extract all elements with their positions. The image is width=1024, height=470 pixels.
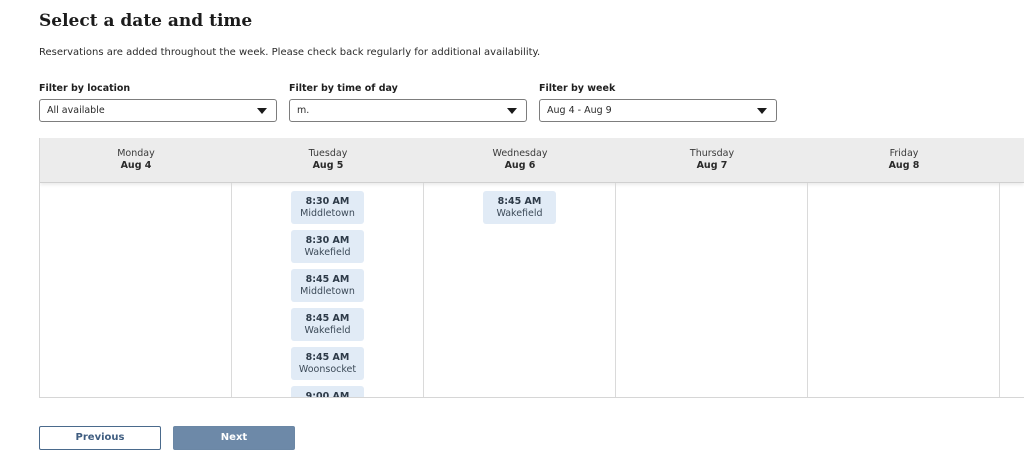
location-select-value: All available: [47, 105, 105, 116]
day-column-tuesday: 8:30 AM Middletown 8:30 AM Wakefield 8:45 AM…: [232, 183, 424, 398]
filter-week-label: Filter by week: [539, 83, 616, 94]
day-name: Thursday: [689, 148, 735, 159]
location-select[interactable]: All available: [39, 99, 277, 122]
slot-location: Woonsocket: [298, 364, 357, 375]
filter-location: Filter by location All available: [39, 82, 277, 122]
chevron-down-icon: [757, 108, 767, 114]
slot-time: 8:45 AM: [497, 196, 542, 207]
time-of-day-select[interactable]: m.: [289, 99, 527, 122]
previous-button[interactable]: Previous: [39, 426, 161, 450]
time-slot-button[interactable]: 8:30 AM Wakefield: [291, 230, 364, 263]
day-date: Aug 8: [888, 160, 920, 171]
filter-week: Filter by week Aug 4 - Aug 9: [539, 82, 777, 122]
filter-time-label: Filter by time of day: [289, 83, 398, 94]
slot-location: Middletown: [300, 208, 355, 219]
day-header-thursday: Thursday Aug 7: [616, 148, 808, 172]
slot-time: 8:30 AM: [305, 196, 350, 207]
slot-time: 9:00 AM: [305, 391, 350, 398]
day-name: Tuesday: [308, 148, 348, 159]
day-date: Aug 6: [504, 160, 536, 171]
slot-location: Middletown: [300, 286, 355, 297]
chevron-down-icon: [507, 108, 517, 114]
slot-time: 8:45 AM: [305, 313, 350, 324]
day-name: Friday: [889, 148, 919, 159]
day-column-monday: [40, 183, 232, 397]
day-name: Monday: [117, 148, 155, 159]
day-name: Wednesday: [492, 148, 548, 159]
day-column-friday: [808, 183, 1000, 397]
day-header-wednesday: Wednesday Aug 6: [424, 148, 616, 172]
day-date: Aug 5: [312, 160, 344, 171]
page-subtitle: Reservations are added throughout the we…: [39, 47, 541, 58]
time-slot-button[interactable]: 8:30 AM Middletown: [291, 191, 364, 224]
day-column-thursday: [616, 183, 808, 397]
page-title: Select a date and time: [39, 11, 253, 31]
availability-calendar: Monday Aug 4 Tuesday Aug 5 Wednesday Aug 6 Thu…: [39, 138, 1024, 398]
week-select[interactable]: Aug 4 - Aug 9: [539, 99, 777, 122]
slot-time: 8:45 AM: [305, 274, 350, 285]
slot-location: Wakefield: [304, 247, 351, 258]
day-column-wednesday: 8:45 AM Wakefield: [424, 183, 616, 397]
time-slot-button[interactable]: 9:00 AM: [291, 386, 364, 398]
calendar-header: Monday Aug 4 Tuesday Aug 5 Wednesday Aug 6 Thu…: [40, 138, 1024, 183]
day-header-friday: Friday Aug 8: [808, 148, 1000, 172]
time-select-value: m.: [297, 105, 310, 116]
slot-location: Wakefield: [496, 208, 543, 219]
day-date: Aug 7: [696, 160, 728, 171]
slot-time: 8:45 AM: [305, 352, 350, 363]
slot-location: Wakefield: [304, 325, 351, 336]
filter-location-label: Filter by location: [39, 83, 131, 94]
time-slot-button[interactable]: 8:45 AM Woonsocket: [291, 347, 364, 380]
next-button[interactable]: Next: [173, 426, 295, 450]
time-slot-button[interactable]: 8:45 AM Wakefield: [291, 308, 364, 341]
time-slot-button[interactable]: 8:45 AM Middletown: [291, 269, 364, 302]
filter-time-of-day: Filter by time of day m.: [289, 82, 527, 122]
week-select-value: Aug 4 - Aug 9: [547, 105, 612, 116]
chevron-down-icon: [257, 108, 267, 114]
day-date: Aug 4: [120, 160, 152, 171]
slot-time: 8:30 AM: [305, 235, 350, 246]
day-header-tuesday: Tuesday Aug 5: [232, 148, 424, 172]
time-slot-button[interactable]: 8:45 AM Wakefield: [483, 191, 556, 224]
day-header-monday: Monday Aug 4: [40, 148, 232, 172]
day-column-overflow: [1000, 183, 1024, 397]
